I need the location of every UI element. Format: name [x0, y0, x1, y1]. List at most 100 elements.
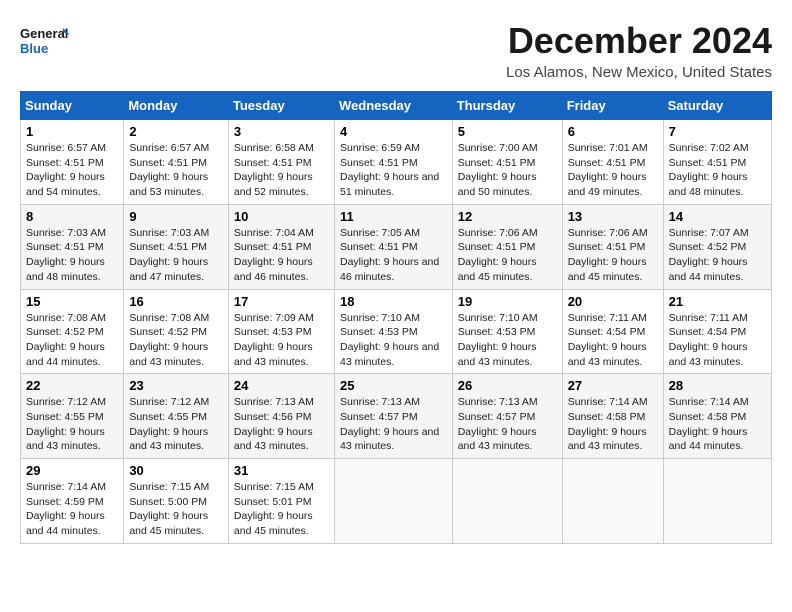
day-number: 1: [26, 124, 118, 139]
cell-content: Sunrise: 7:03 AMSunset: 4:51 PMDaylight:…: [129, 227, 209, 283]
calendar-cell: 6 Sunrise: 7:01 AMSunset: 4:51 PMDayligh…: [562, 120, 663, 205]
cell-content: Sunrise: 7:13 AMSunset: 4:56 PMDaylight:…: [234, 396, 314, 452]
day-number: 19: [458, 294, 557, 309]
day-number: 29: [26, 463, 118, 478]
calendar-cell: 28 Sunrise: 7:14 AMSunset: 4:58 PMDaylig…: [663, 374, 771, 459]
calendar-cell: 4 Sunrise: 6:59 AMSunset: 4:51 PMDayligh…: [334, 120, 452, 205]
cell-content: Sunrise: 7:09 AMSunset: 4:53 PMDaylight:…: [234, 312, 314, 368]
cell-content: Sunrise: 7:03 AMSunset: 4:51 PMDaylight:…: [26, 227, 106, 283]
day-number: 5: [458, 124, 557, 139]
day-number: 21: [669, 294, 766, 309]
svg-text:Blue: Blue: [20, 41, 48, 56]
day-number: 13: [568, 209, 658, 224]
location: Los Alamos, New Mexico, United States: [506, 64, 772, 81]
column-header-saturday: Saturday: [663, 92, 771, 120]
column-header-tuesday: Tuesday: [228, 92, 334, 120]
cell-content: Sunrise: 7:15 AMSunset: 5:01 PMDaylight:…: [234, 481, 314, 537]
logo: General Blue: [20, 20, 70, 65]
calendar-cell: 20 Sunrise: 7:11 AMSunset: 4:54 PMDaylig…: [562, 289, 663, 374]
cell-content: Sunrise: 7:02 AMSunset: 4:51 PMDaylight:…: [669, 142, 749, 198]
calendar-cell: 18 Sunrise: 7:10 AMSunset: 4:53 PMDaylig…: [334, 289, 452, 374]
day-number: 30: [129, 463, 223, 478]
cell-content: Sunrise: 7:07 AMSunset: 4:52 PMDaylight:…: [669, 227, 749, 283]
header: General Blue December 2024 Los Alamos, N…: [20, 20, 772, 81]
day-number: 24: [234, 378, 329, 393]
calendar-cell: 24 Sunrise: 7:13 AMSunset: 4:56 PMDaylig…: [228, 374, 334, 459]
cell-content: Sunrise: 6:59 AMSunset: 4:51 PMDaylight:…: [340, 142, 439, 198]
title-area: December 2024 Los Alamos, New Mexico, Un…: [506, 20, 772, 81]
calendar-cell: 1 Sunrise: 6:57 AMSunset: 4:51 PMDayligh…: [21, 120, 124, 205]
day-number: 9: [129, 209, 223, 224]
calendar-cell: 9 Sunrise: 7:03 AMSunset: 4:51 PMDayligh…: [124, 204, 229, 289]
cell-content: Sunrise: 7:13 AMSunset: 4:57 PMDaylight:…: [458, 396, 538, 452]
day-number: 16: [129, 294, 223, 309]
column-header-thursday: Thursday: [452, 92, 562, 120]
day-number: 17: [234, 294, 329, 309]
calendar-cell: 30 Sunrise: 7:15 AMSunset: 5:00 PMDaylig…: [124, 459, 229, 544]
cell-content: Sunrise: 7:14 AMSunset: 4:58 PMDaylight:…: [669, 396, 749, 452]
cell-content: Sunrise: 7:12 AMSunset: 4:55 PMDaylight:…: [26, 396, 106, 452]
calendar-cell: 7 Sunrise: 7:02 AMSunset: 4:51 PMDayligh…: [663, 120, 771, 205]
cell-content: Sunrise: 7:15 AMSunset: 5:00 PMDaylight:…: [129, 481, 209, 537]
cell-content: Sunrise: 7:13 AMSunset: 4:57 PMDaylight:…: [340, 396, 439, 452]
day-number: 25: [340, 378, 447, 393]
day-number: 8: [26, 209, 118, 224]
cell-content: Sunrise: 7:14 AMSunset: 4:59 PMDaylight:…: [26, 481, 106, 537]
cell-content: Sunrise: 7:08 AMSunset: 4:52 PMDaylight:…: [129, 312, 209, 368]
calendar-cell: [562, 459, 663, 544]
calendar-cell: 11 Sunrise: 7:05 AMSunset: 4:51 PMDaylig…: [334, 204, 452, 289]
week-row-2: 8 Sunrise: 7:03 AMSunset: 4:51 PMDayligh…: [21, 204, 772, 289]
calendar-cell: 31 Sunrise: 7:15 AMSunset: 5:01 PMDaylig…: [228, 459, 334, 544]
calendar-cell: 14 Sunrise: 7:07 AMSunset: 4:52 PMDaylig…: [663, 204, 771, 289]
cell-content: Sunrise: 7:10 AMSunset: 4:53 PMDaylight:…: [340, 312, 439, 368]
calendar-cell: 12 Sunrise: 7:06 AMSunset: 4:51 PMDaylig…: [452, 204, 562, 289]
calendar-cell: 19 Sunrise: 7:10 AMSunset: 4:53 PMDaylig…: [452, 289, 562, 374]
calendar-cell: 8 Sunrise: 7:03 AMSunset: 4:51 PMDayligh…: [21, 204, 124, 289]
day-number: 22: [26, 378, 118, 393]
column-header-friday: Friday: [562, 92, 663, 120]
day-number: 11: [340, 209, 447, 224]
week-row-5: 29 Sunrise: 7:14 AMSunset: 4:59 PMDaylig…: [21, 459, 772, 544]
calendar-cell: [452, 459, 562, 544]
day-number: 23: [129, 378, 223, 393]
day-number: 31: [234, 463, 329, 478]
column-header-wednesday: Wednesday: [334, 92, 452, 120]
calendar-cell: 2 Sunrise: 6:57 AMSunset: 4:51 PMDayligh…: [124, 120, 229, 205]
calendar-cell: 13 Sunrise: 7:06 AMSunset: 4:51 PMDaylig…: [562, 204, 663, 289]
calendar-cell: 5 Sunrise: 7:00 AMSunset: 4:51 PMDayligh…: [452, 120, 562, 205]
cell-content: Sunrise: 7:06 AMSunset: 4:51 PMDaylight:…: [568, 227, 648, 283]
calendar-cell: [663, 459, 771, 544]
week-row-1: 1 Sunrise: 6:57 AMSunset: 4:51 PMDayligh…: [21, 120, 772, 205]
column-header-sunday: Sunday: [21, 92, 124, 120]
cell-content: Sunrise: 7:04 AMSunset: 4:51 PMDaylight:…: [234, 227, 314, 283]
logo-svg: General Blue: [20, 20, 70, 65]
column-header-monday: Monday: [124, 92, 229, 120]
day-number: 4: [340, 124, 447, 139]
cell-content: Sunrise: 7:06 AMSunset: 4:51 PMDaylight:…: [458, 227, 538, 283]
calendar-cell: 22 Sunrise: 7:12 AMSunset: 4:55 PMDaylig…: [21, 374, 124, 459]
cell-content: Sunrise: 7:01 AMSunset: 4:51 PMDaylight:…: [568, 142, 648, 198]
calendar-cell: 23 Sunrise: 7:12 AMSunset: 4:55 PMDaylig…: [124, 374, 229, 459]
day-number: 18: [340, 294, 447, 309]
calendar-cell: 25 Sunrise: 7:13 AMSunset: 4:57 PMDaylig…: [334, 374, 452, 459]
calendar-cell: 10 Sunrise: 7:04 AMSunset: 4:51 PMDaylig…: [228, 204, 334, 289]
day-number: 3: [234, 124, 329, 139]
day-number: 26: [458, 378, 557, 393]
calendar-cell: 27 Sunrise: 7:14 AMSunset: 4:58 PMDaylig…: [562, 374, 663, 459]
day-number: 6: [568, 124, 658, 139]
calendar-cell: 26 Sunrise: 7:13 AMSunset: 4:57 PMDaylig…: [452, 374, 562, 459]
cell-content: Sunrise: 7:11 AMSunset: 4:54 PMDaylight:…: [669, 312, 748, 368]
week-row-4: 22 Sunrise: 7:12 AMSunset: 4:55 PMDaylig…: [21, 374, 772, 459]
week-row-3: 15 Sunrise: 7:08 AMSunset: 4:52 PMDaylig…: [21, 289, 772, 374]
calendar-table: SundayMondayTuesdayWednesdayThursdayFrid…: [20, 91, 772, 544]
cell-content: Sunrise: 7:11 AMSunset: 4:54 PMDaylight:…: [568, 312, 647, 368]
cell-content: Sunrise: 6:58 AMSunset: 4:51 PMDaylight:…: [234, 142, 314, 198]
day-number: 12: [458, 209, 557, 224]
day-number: 7: [669, 124, 766, 139]
month-title: December 2024: [506, 20, 772, 62]
cell-content: Sunrise: 7:12 AMSunset: 4:55 PMDaylight:…: [129, 396, 209, 452]
svg-text:General: General: [20, 26, 68, 41]
calendar-cell: 15 Sunrise: 7:08 AMSunset: 4:52 PMDaylig…: [21, 289, 124, 374]
day-number: 20: [568, 294, 658, 309]
cell-content: Sunrise: 6:57 AMSunset: 4:51 PMDaylight:…: [129, 142, 209, 198]
